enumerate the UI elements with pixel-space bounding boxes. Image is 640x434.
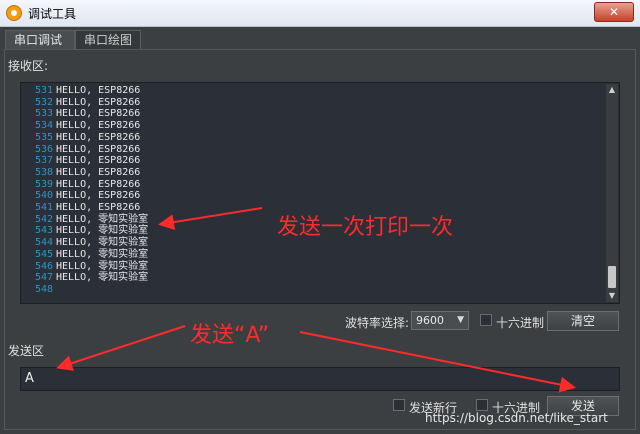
receive-hex-checkbox[interactable] [480, 314, 492, 326]
send-area-label: 发送区 [8, 344, 45, 358]
line-number: 542 [34, 213, 53, 225]
line-text: HELLO, ESP8266 [56, 85, 141, 96]
log-line: 548 [23, 284, 603, 296]
tab-serial-debug[interactable]: 串口调试 [5, 30, 75, 49]
line-text: HELLO, ESP8266 [56, 178, 141, 190]
receive-scrollbar[interactable]: ▲ ▼ [606, 84, 618, 302]
line-text: HELLO, 零知实验室 [56, 213, 149, 225]
log-line: 534 HELLO, ESP8266 [23, 120, 603, 132]
line-number: 544 [34, 237, 53, 249]
send-newline-checkbox[interactable] [393, 399, 405, 411]
annotation-print-once: 发送一次打印一次 [277, 215, 454, 240]
line-number: 548 [34, 283, 53, 295]
send-input[interactable]: A [20, 367, 620, 391]
line-number: 538 [34, 166, 53, 178]
title-bar: 调试工具 ✕ [0, 0, 640, 27]
line-text: HELLO, ESP8266 [56, 166, 141, 178]
line-text: HELLO, 零知实验室 [56, 225, 149, 237]
line-text: HELLO, ESP8266 [56, 96, 141, 108]
line-text: HELLO, ESP8266 [56, 120, 141, 132]
scroll-thumb[interactable] [608, 266, 616, 288]
line-text: HELLO, ESP8266 [56, 108, 141, 120]
line-text: HELLO, ESP8266 [56, 143, 141, 155]
log-line: 533 HELLO, ESP8266 [23, 108, 603, 120]
log-line: 546 HELLO, 零知实验室 [23, 261, 603, 273]
line-text: HELLO, ESP8266 [56, 202, 141, 214]
line-number: 545 [34, 248, 53, 260]
line-text: HELLO, 零知实验室 [56, 237, 149, 249]
line-number: 539 [34, 178, 53, 190]
log-line: 547 HELLO, 零知实验室 [23, 272, 603, 284]
line-number: 535 [34, 131, 53, 143]
line-number: 546 [34, 260, 53, 272]
line-text: HELLO, 零知实验室 [56, 260, 149, 272]
receive-hex-label: 十六进制 [496, 316, 545, 330]
baud-rate-value: 9600 [416, 314, 444, 327]
line-text: HELLO, 零知实验室 [56, 272, 149, 284]
baud-rate-label: 波特率选择: [345, 316, 410, 330]
chevron-down-icon: ▼ [457, 315, 464, 325]
line-number: 540 [34, 190, 53, 202]
receive-log: 531 HELLO, ESP8266 532 HELLO, ESP8266 533 HEL… [23, 85, 603, 296]
baud-rate-select[interactable]: 9600 ▼ [411, 311, 469, 330]
line-text: HELLO, ESP8266 [56, 131, 141, 143]
line-number: 547 [34, 272, 53, 284]
clear-button[interactable]: 清空 [547, 311, 619, 331]
log-line: 540 HELLO, ESP8266 [23, 190, 603, 202]
log-line: 535 HELLO, ESP8266 [23, 132, 603, 144]
line-number: 531 [34, 85, 53, 96]
close-button[interactable]: ✕ [594, 2, 634, 22]
line-number: 532 [34, 96, 53, 108]
log-line: 545 HELLO, 零知实验室 [23, 249, 603, 261]
log-line: 537 HELLO, ESP8266 [23, 155, 603, 167]
log-line: 532 HELLO, ESP8266 [23, 97, 603, 109]
scroll-up-icon[interactable]: ▲ [606, 84, 618, 96]
line-number: 536 [34, 143, 53, 155]
line-text: HELLO, ESP8266 [56, 190, 141, 202]
receive-area-label: 接收区: [8, 59, 49, 73]
line-number: 541 [34, 202, 53, 214]
line-number: 533 [34, 108, 53, 120]
log-line: 538 HELLO, ESP8266 [23, 167, 603, 179]
log-line: 531 HELLO, ESP8266 [23, 85, 603, 97]
app-logo-icon [6, 5, 22, 21]
line-text: HELLO, 零知实验室 [56, 248, 149, 260]
watermark: https://blog.csdn.net/like_start [425, 411, 608, 425]
send-hex-checkbox[interactable] [476, 399, 488, 411]
line-text: HELLO, ESP8266 [56, 155, 141, 167]
annotation-send-a: 发送“A” [190, 323, 270, 348]
tab-serial-plot[interactable]: 串口绘图 [75, 30, 141, 49]
line-number: 537 [34, 155, 53, 167]
log-line: 539 HELLO, ESP8266 [23, 179, 603, 191]
log-line: 536 HELLO, ESP8266 [23, 144, 603, 156]
line-number: 543 [34, 225, 53, 237]
receive-text-area[interactable]: 531 HELLO, ESP8266 532 HELLO, ESP8266 533 HEL… [20, 82, 620, 304]
scroll-down-icon[interactable]: ▼ [606, 290, 618, 302]
app-window: 调试工具 ✕ 串口调试 串口绘图 接收区: 531 HELLO, ESP8266 5… [0, 0, 640, 434]
line-number: 534 [34, 120, 53, 132]
window-title: 调试工具 [28, 7, 77, 21]
